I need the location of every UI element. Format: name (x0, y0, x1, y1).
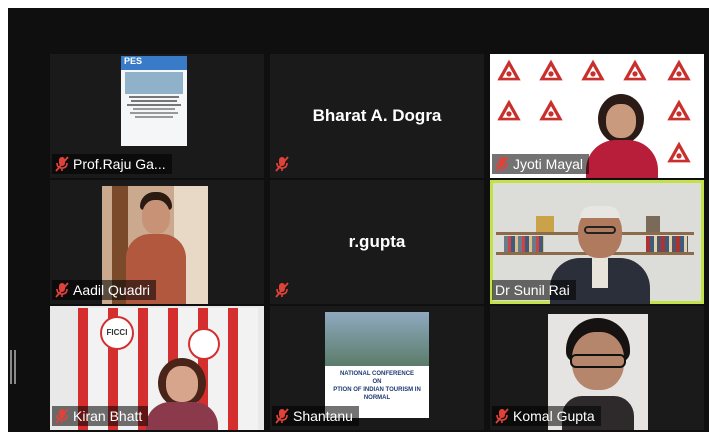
participant-name-bar: Shantanu (272, 406, 359, 426)
mic-muted-icon (55, 156, 69, 172)
participant-name: Jyoti Mayal (513, 156, 584, 172)
mic-muted-icon (55, 282, 69, 298)
participant-name-bar: Prof.Raju Ga... (52, 154, 172, 174)
participant-video (142, 358, 222, 430)
slide-line-3: PTION OF INDIAN TOURISM IN (333, 387, 421, 393)
slide-line-2: ON (372, 379, 382, 385)
mic-muted-icon (55, 408, 69, 424)
conference-slide: NATIONAL CONFERENCE ON PTION OF INDIAN T… (325, 312, 429, 418)
mic-muted-icon (495, 156, 509, 172)
participant-name: Aadil Quadri (73, 282, 151, 298)
participant-tile-kiran[interactable]: FICCI Kiran Bhatt (50, 306, 264, 430)
participant-name-bar: Aadil Quadri (52, 280, 157, 300)
participant-name-bar: Kiran Bhatt (52, 406, 149, 426)
meeting-window: PES Prof.Raju Ga... Bharat A. Dogra Jyot… (0, 0, 709, 432)
participant-display-name: Bharat A. Dogra (312, 106, 442, 125)
participant-name: Prof.Raju Ga... (73, 156, 166, 172)
participant-name: Kiran Bhatt (73, 408, 143, 424)
participant-name: Shantanu (293, 408, 353, 424)
participant-tile-bharat[interactable]: Bharat A. Dogra (270, 54, 484, 178)
participant-name: Komal Gupta (513, 408, 595, 424)
participant-tile-komal[interactable]: Komal Gupta (490, 306, 704, 430)
ficci-logo: FICCI (100, 316, 134, 350)
participant-tile-sunil-active-speaker[interactable]: Dr Sunil Rai (490, 180, 704, 304)
participant-tile-rgupta[interactable]: r.gupta (270, 180, 484, 304)
participant-name-bar: Jyoti Mayal (492, 154, 590, 174)
mic-muted-icon (275, 408, 289, 424)
mic-muted-icon (495, 408, 509, 424)
participant-video (580, 92, 664, 178)
participant-tile-jyoti[interactable]: Jyoti Mayal (490, 54, 704, 178)
participant-tile-aadil[interactable]: Aadil Quadri (50, 180, 264, 304)
participant-name: Dr Sunil Rai (495, 282, 570, 298)
mic-muted-icon (275, 282, 289, 298)
slide-line-1: NATIONAL CONFERENCE (339, 371, 415, 377)
participant-name-bar (272, 154, 295, 174)
participant-tile-raju[interactable]: PES Prof.Raju Ga... (50, 54, 264, 178)
poster-heading: PES (121, 56, 187, 70)
participant-display-name: r.gupta (348, 232, 406, 251)
participant-name-bar: Komal Gupta (492, 406, 601, 426)
participant-name-bar (272, 280, 295, 300)
participant-name-bar: Dr Sunil Rai (492, 280, 576, 300)
slide-line-4: NORMAL (363, 395, 391, 401)
mic-muted-icon (275, 156, 289, 172)
gallery-view: PES Prof.Raju Ga... Bharat A. Dogra Jyot… (8, 8, 709, 432)
shared-poster: PES (121, 56, 187, 146)
resize-handle[interactable] (10, 350, 16, 384)
participant-tile-shantanu[interactable]: NATIONAL CONFERENCE ON PTION OF INDIAN T… (270, 306, 484, 430)
